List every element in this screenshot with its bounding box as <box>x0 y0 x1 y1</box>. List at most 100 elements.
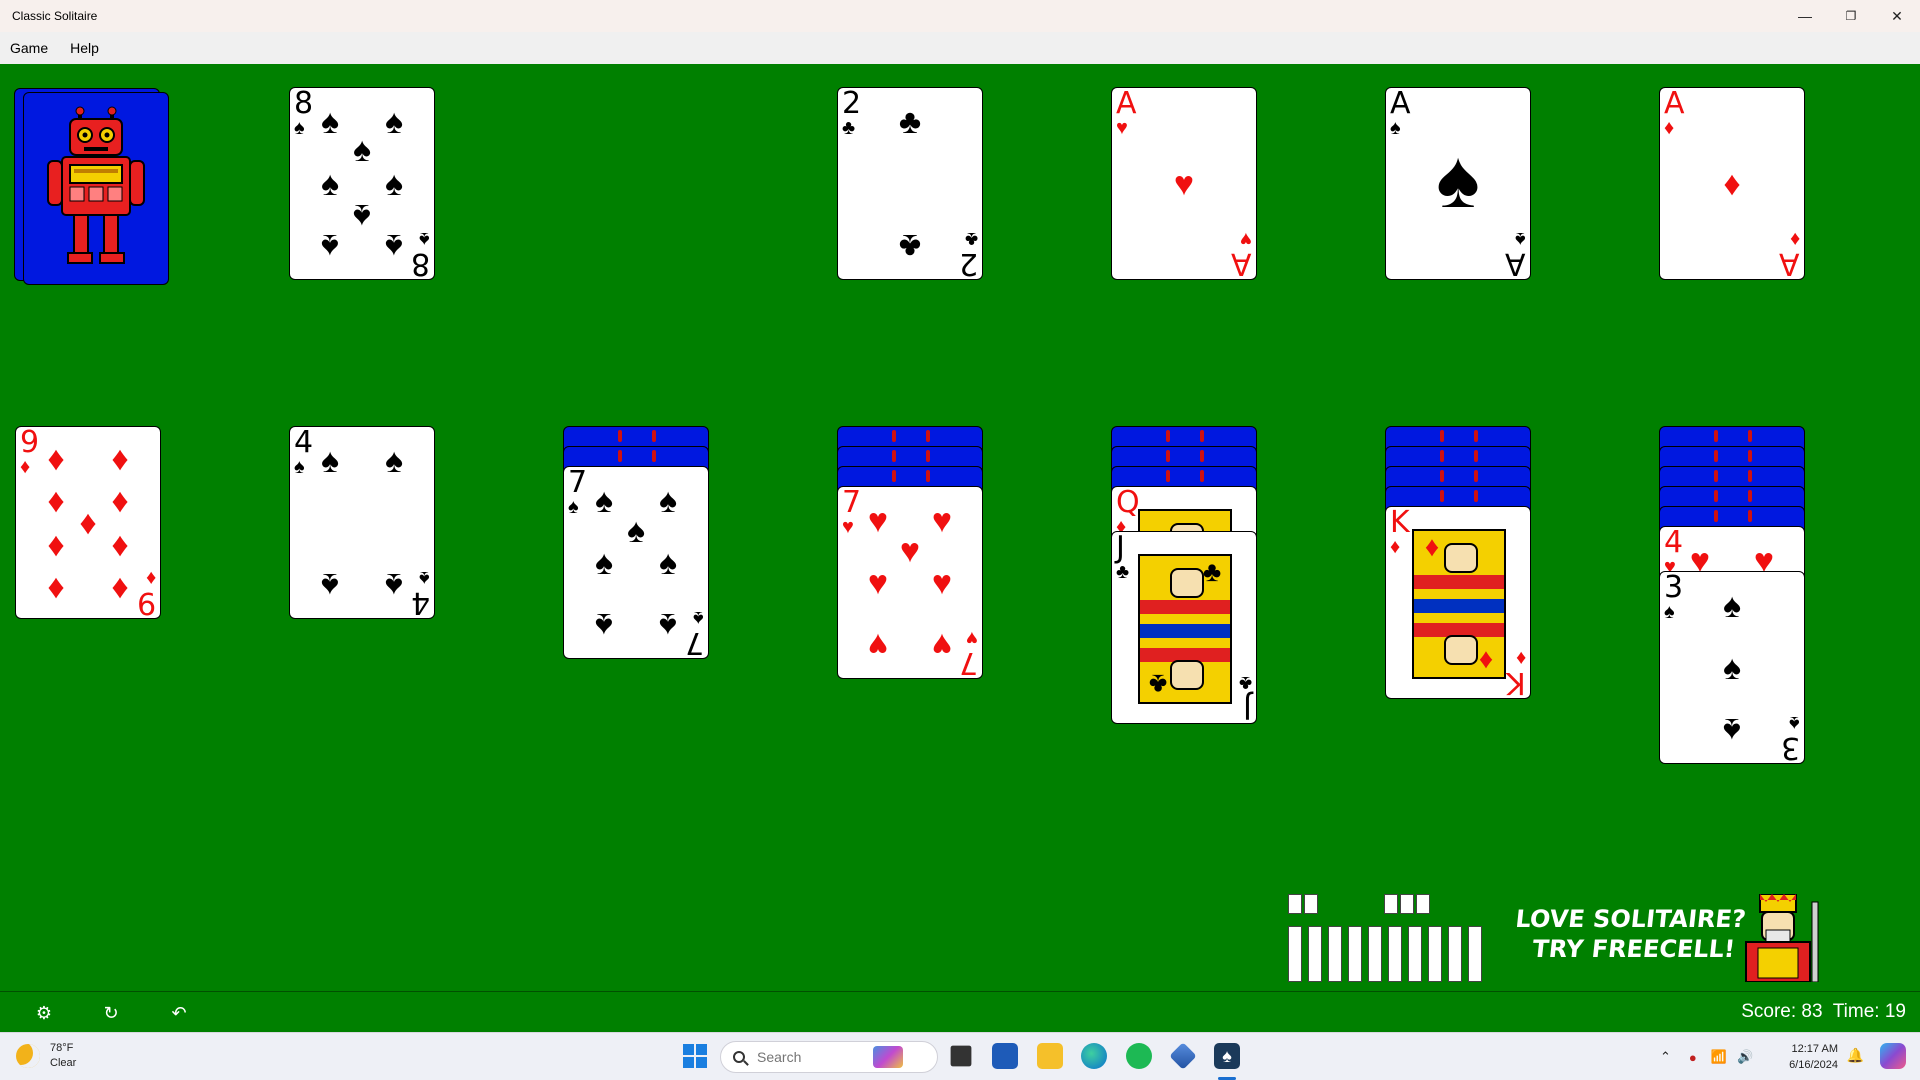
solitaire-icon[interactable]: ♠ <box>1214 1043 1240 1069</box>
score-label: Score: 83 <box>1741 1001 1823 1022</box>
spade-icon: ♠ <box>626 512 646 550</box>
spade-icon: ♠ <box>658 606 678 644</box>
title-bar: Classic Solitaire — ❐ ✕ <box>0 0 1920 32</box>
search-highlight-icon <box>873 1046 903 1068</box>
tableau-7-card-three[interactable]: 3 ♠ ♠ ♠ ♠ 3 ♠ <box>1659 571 1805 764</box>
card-suit: ♠ <box>1515 228 1526 250</box>
card-suit: ♣ <box>1238 672 1252 694</box>
heart-icon: ♥ <box>867 502 889 540</box>
tableau-2-card[interactable]: 4 ♠ ♠ ♠ ♠ ♠ 4 ♠ <box>289 426 435 619</box>
weather-temperature: 78°F <box>50 1042 74 1054</box>
notification-bell-icon[interactable]: 🔔 <box>1847 1047 1864 1064</box>
foundation-diamonds[interactable]: A ♦ ♦ A ♦ <box>1659 87 1805 280</box>
mini-card-icon <box>1388 926 1402 982</box>
heart-icon: ♥ <box>867 564 889 602</box>
card-rank: 9 <box>20 426 40 460</box>
diamond-icon: ♦ <box>111 526 129 564</box>
mini-card-icon <box>1468 926 1482 982</box>
tableau-4-card[interactable]: 7 ♥ ♥ ♥ ♥ ♥ ♥ ♥ ♥ 7 ♥ <box>837 486 983 679</box>
undo-icon[interactable]: ↶ <box>168 1002 190 1024</box>
foundation-hearts[interactable]: A ♥ ♥ A ♥ <box>1111 87 1257 280</box>
folder-icon[interactable] <box>1037 1043 1063 1069</box>
spotify-icon[interactable] <box>1126 1043 1152 1069</box>
heart-icon: ♥ <box>899 532 921 570</box>
card-suit: ♠ <box>419 228 430 250</box>
freecell-ad-banner[interactable]: LOVE SOLITAIRE? TRY FREECELL! <box>1284 890 1832 984</box>
system-tray: ⌃ ● 📶 🔊 <box>1660 1033 1753 1080</box>
copilot-icon[interactable] <box>1880 1043 1906 1069</box>
card-rank: A <box>1231 246 1252 280</box>
time-label: Time: 19 <box>1832 1001 1906 1022</box>
edge-icon[interactable] <box>1081 1043 1107 1069</box>
file-manager-icon[interactable] <box>950 1045 972 1067</box>
tableau-6-card[interactable]: K ♦ ♦ ♦ K ♦ <box>1385 506 1531 699</box>
foundation-spades[interactable]: A ♠ ♠ A ♠ <box>1385 87 1531 280</box>
network-app-icon[interactable] <box>1169 1042 1197 1070</box>
spade-icon: ♠ <box>594 482 614 520</box>
card-rank: 9 <box>136 585 156 619</box>
volume-icon[interactable]: 🔊 <box>1737 1049 1753 1065</box>
mini-card-icon <box>1408 926 1422 982</box>
score-time-display: Score: 83 Time: 19 <box>1741 1001 1906 1023</box>
card-suit: ♣ <box>964 228 978 250</box>
minimize-button[interactable]: — <box>1782 0 1828 32</box>
card-rank: 4 <box>1664 526 1684 560</box>
spade-icon: ♠ <box>384 103 404 141</box>
card-rank: 3 <box>1780 730 1800 764</box>
spade-icon: ♠ <box>384 566 404 604</box>
card-suit: ♠ <box>294 117 305 139</box>
card-rank: A <box>1116 87 1137 121</box>
store-icon[interactable] <box>992 1043 1018 1069</box>
mini-card-icon <box>1368 926 1382 982</box>
weather-condition: Clear <box>50 1057 77 1069</box>
card-rank: 4 <box>410 585 430 619</box>
mini-card-icon <box>1288 894 1302 914</box>
card-rank: 7 <box>842 486 862 520</box>
card-rank: Q <box>1116 486 1140 520</box>
security-icon[interactable]: ● <box>1689 1050 1697 1065</box>
taskbar-search[interactable] <box>720 1041 938 1073</box>
spade-icon: ♠ <box>1722 711 1742 749</box>
card-suit: ♦ <box>1789 228 1800 250</box>
mini-card-icon <box>1288 926 1302 982</box>
mini-card-icon <box>1348 926 1362 982</box>
card-rank: A <box>1664 87 1685 121</box>
menu-help[interactable]: Help <box>70 38 99 58</box>
spade-icon: ♠ <box>352 131 372 169</box>
card-rank: A <box>1779 246 1800 280</box>
tableau-3-card[interactable]: 7 ♠ ♠ ♠ ♠ ♠ ♠ ♠ ♠ 7 ♠ <box>563 466 709 659</box>
wifi-icon[interactable]: 📶 <box>1711 1049 1727 1065</box>
card-suit: ♠ <box>1789 712 1800 734</box>
menu-game[interactable]: Game <box>10 38 48 58</box>
spade-icon: ♠ <box>320 103 340 141</box>
refresh-icon[interactable]: ↻ <box>100 1002 122 1024</box>
search-input[interactable] <box>757 1049 867 1065</box>
mini-card-icon <box>1304 894 1318 914</box>
foundation-clubs[interactable]: 2 ♣ ♣ ♣ 2 ♣ <box>837 87 983 280</box>
tableau-5-card-jack[interactable]: J ♣ ♣ ♣ J ♣ <box>1111 531 1257 724</box>
spade-icon: ♠ <box>320 227 340 265</box>
diamond-icon: ♦ <box>1424 531 1440 562</box>
close-button[interactable]: ✕ <box>1874 0 1920 32</box>
card-rank: A <box>1505 246 1526 280</box>
card-suit: ♠ <box>568 496 579 518</box>
chevron-up-icon[interactable]: ⌃ <box>1660 1049 1671 1065</box>
weather-widget[interactable]: 78°F Clear <box>16 1041 76 1071</box>
mini-card-icon <box>1308 926 1322 982</box>
card-rank: 7 <box>958 645 978 679</box>
restore-button[interactable]: ❐ <box>1828 0 1874 32</box>
system-clock[interactable]: 12:17 AM 6/16/2024 <box>1789 1041 1838 1073</box>
mini-card-icon <box>1448 926 1462 982</box>
spade-icon: ♠ <box>1722 587 1742 625</box>
tableau-1-card[interactable]: 9 ♦ ♦ ♦ ♦ ♦ ♦ ♦ ♦ ♦ ♦ 9 ♦ <box>15 426 161 619</box>
clock-time: 12:17 AM <box>1791 1043 1838 1055</box>
stock-pile[interactable] <box>23 92 169 285</box>
card-suit: ♦ <box>1515 647 1526 669</box>
heart-icon: ♥ <box>931 564 953 602</box>
card-suit: ♠ <box>693 607 704 629</box>
card-rank: J <box>1243 690 1252 724</box>
gear-icon[interactable]: ⚙ <box>33 1002 55 1024</box>
windows-start-icon[interactable] <box>682 1043 708 1069</box>
waste-card[interactable]: 8 ♠ ♠ ♠ ♠ ♠ ♠ ♠ ♠ ♠ 8 ♠ <box>289 87 435 280</box>
spade-icon: ♠ <box>384 442 404 480</box>
